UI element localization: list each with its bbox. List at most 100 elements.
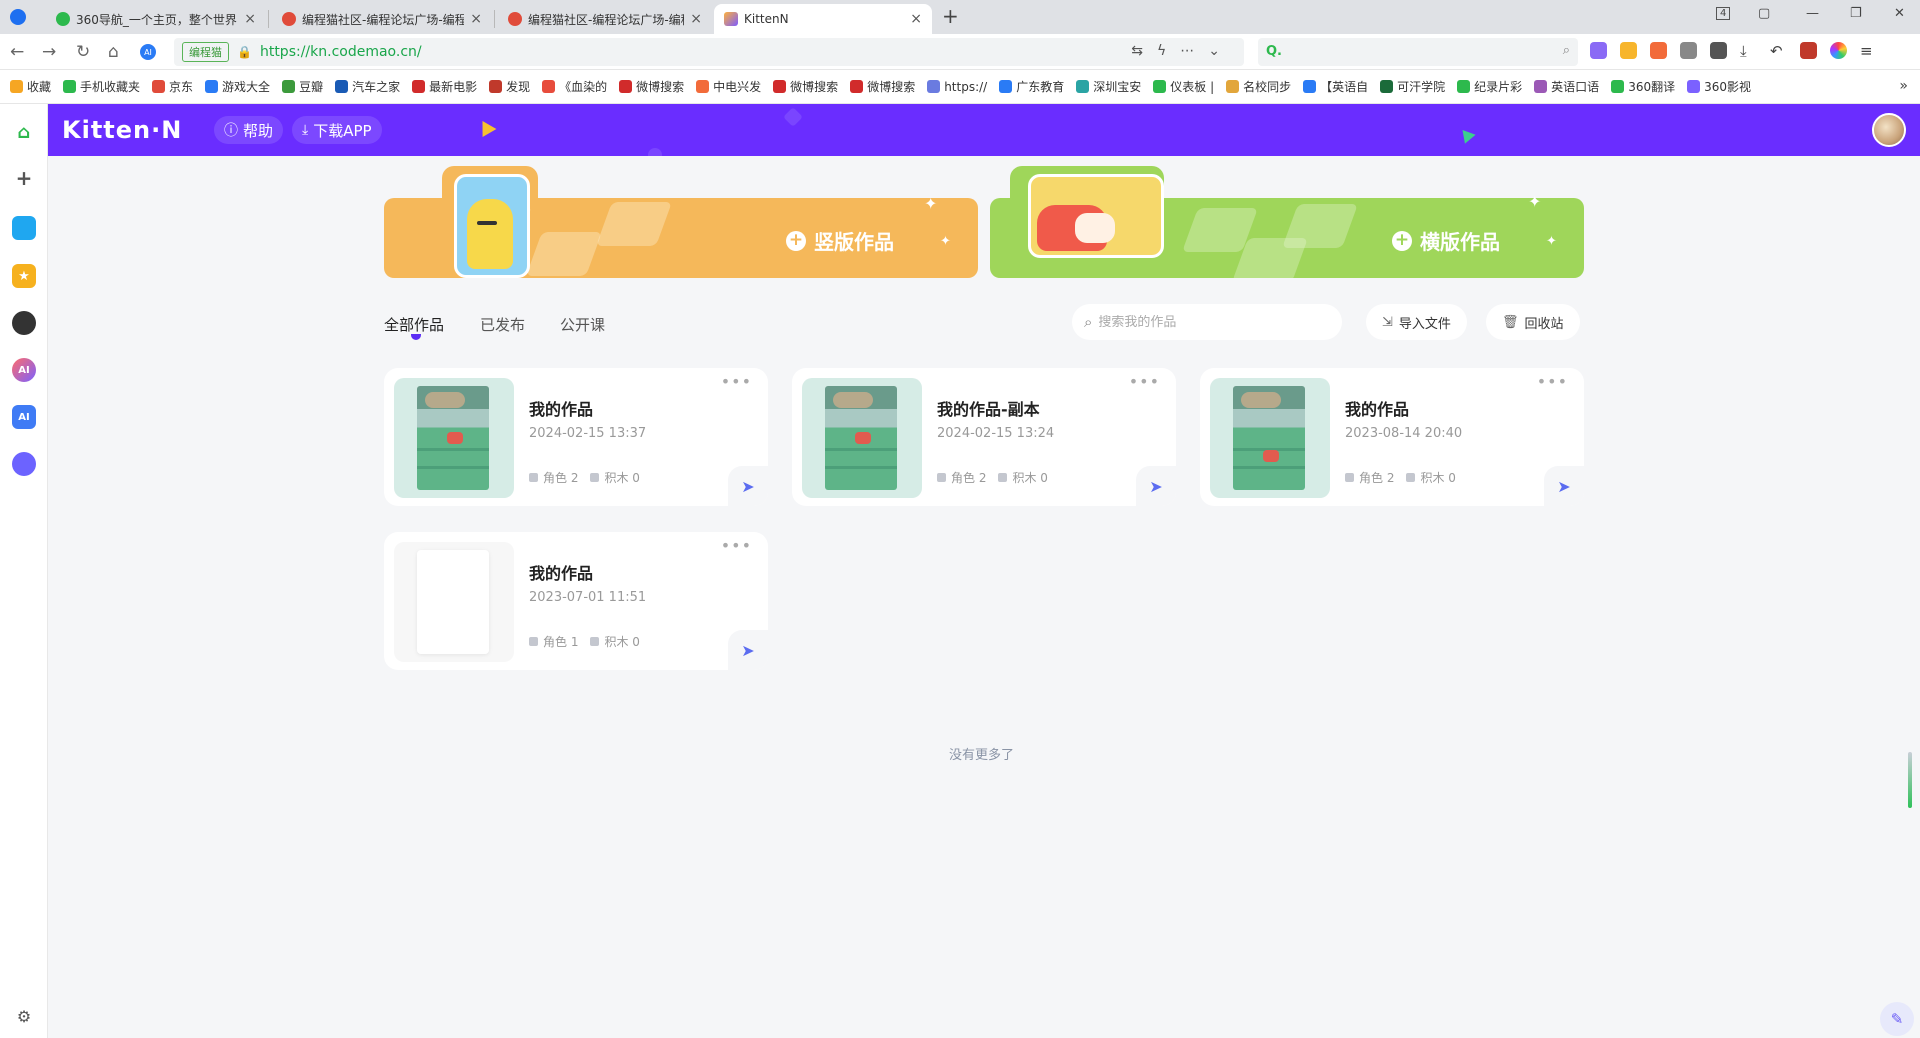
minimize-icon[interactable]: — xyxy=(1806,6,1819,21)
works-search-input[interactable] xyxy=(1098,314,1319,330)
vertical-work-cta[interactable]: + 竖版作品 xyxy=(786,226,894,255)
work-thumbnail[interactable] xyxy=(394,542,514,662)
sidebar-home-icon[interactable]: ⌂ xyxy=(12,120,36,144)
tab-all-works[interactable]: 全部作品 xyxy=(384,314,444,335)
translate-ext-icon[interactable] xyxy=(1590,42,1607,59)
bookmark-item[interactable]: https:// xyxy=(927,80,987,94)
bookmark-item[interactable]: 微博搜索 xyxy=(773,78,838,95)
new-tab-button[interactable]: + xyxy=(942,4,959,28)
wallet-ext-icon[interactable] xyxy=(1800,42,1817,59)
menu-icon[interactable]: ≡ xyxy=(1860,42,1877,60)
url-text[interactable]: https://kn.codemao.cn/ xyxy=(260,44,422,60)
work-card[interactable]: 我的作品 2024-02-15 13:37 角色 2 积木 0 ••• ➤ xyxy=(384,368,768,506)
site-identity-chip[interactable]: 编程猫 xyxy=(182,42,229,62)
publish-icon[interactable]: ➤ xyxy=(1544,466,1584,506)
feedback-icon[interactable]: ✎ xyxy=(1880,1002,1914,1036)
publish-icon[interactable]: ➤ xyxy=(728,466,768,506)
bookmarks-overflow-icon[interactable]: » xyxy=(1899,78,1908,94)
bookmark-item[interactable]: 《血染的 xyxy=(542,78,607,95)
bookmark-item[interactable]: 仪表板 | xyxy=(1153,78,1214,95)
tab-open-courses[interactable]: 公开课 xyxy=(560,314,605,335)
bookmark-item[interactable]: 豆瓣 xyxy=(282,78,323,95)
publish-icon[interactable]: ➤ xyxy=(728,630,768,670)
help-button[interactable]: ⓘ 帮助 xyxy=(214,116,284,144)
home-icon[interactable]: ⌂ xyxy=(108,42,119,62)
bookmark-item[interactable]: 360影视 xyxy=(1687,78,1751,95)
horizontal-work-cta[interactable]: + 横版作品 xyxy=(1392,226,1500,255)
work-card[interactable]: 我的作品 2023-07-01 11:51 角色 1 积木 0 ••• ➤ xyxy=(384,532,768,670)
screenshot-ext-icon[interactable] xyxy=(1680,42,1697,59)
shield-ext-icon[interactable] xyxy=(1620,42,1637,59)
undo-icon[interactable]: ↶ xyxy=(1770,42,1787,60)
game-ext-icon[interactable] xyxy=(1650,42,1667,59)
bookmark-item[interactable]: 名校同步 xyxy=(1226,78,1291,95)
bookmark-item[interactable]: 手机收藏夹 xyxy=(63,78,140,95)
more-options-icon[interactable]: ••• xyxy=(1537,372,1568,391)
user-avatar[interactable] xyxy=(1872,113,1906,147)
bookmark-item[interactable]: 可汗学院 xyxy=(1380,78,1445,95)
bookmark-item[interactable]: 深圳宝安 xyxy=(1076,78,1141,95)
close-tab-icon[interactable]: × xyxy=(470,11,482,27)
create-horizontal-work-banner[interactable]: + 横版作品 ✦ ✦ xyxy=(990,166,1584,278)
browser-search-box[interactable]: Q. ⌕ xyxy=(1258,38,1578,66)
tab-published[interactable]: 已发布 xyxy=(480,314,525,335)
sidebar-ai-assistant-icon[interactable]: AI xyxy=(12,405,36,429)
bookmark-item[interactable]: 京东 xyxy=(152,78,193,95)
bookmark-item[interactable]: 游戏大全 xyxy=(205,78,270,95)
bookmark-item[interactable]: 微博搜索 xyxy=(619,78,684,95)
browser-tab-2[interactable]: 编程猫社区-编程论坛广场-编程 × xyxy=(272,4,492,34)
bookmark-item[interactable]: 收藏 xyxy=(10,78,51,95)
browser-tab-active[interactable]: KittenN × xyxy=(714,4,932,34)
work-card[interactable]: 我的作品 2023-08-14 20:40 角色 2 积木 0 ••• ➤ xyxy=(1200,368,1584,506)
work-title[interactable]: 我的作品 xyxy=(529,396,593,420)
work-title[interactable]: 我的作品 xyxy=(1345,396,1409,420)
url-actions[interactable]: ⇆ϟ⋯⌄ xyxy=(1131,43,1234,59)
reload-icon[interactable]: ↻ xyxy=(76,42,90,62)
work-thumbnail[interactable] xyxy=(1210,378,1330,498)
bookmark-item[interactable]: 最新电影 xyxy=(412,78,477,95)
forward-icon[interactable]: → xyxy=(42,42,56,62)
work-thumbnail[interactable] xyxy=(802,378,922,498)
work-title[interactable]: 我的作品 xyxy=(529,560,593,584)
url-bar[interactable]: 编程猫 🔒 https://kn.codemao.cn/ ⇆ϟ⋯⌄ xyxy=(174,38,1244,66)
skin-icon[interactable]: ▢ xyxy=(1758,6,1770,21)
sidebar-chat-icon[interactable] xyxy=(12,311,36,335)
puzzle-ext-icon[interactable] xyxy=(1710,42,1727,59)
sidebar-add-icon[interactable]: + xyxy=(12,166,36,190)
create-vertical-work-banner[interactable]: + 竖版作品 ✦ ✦ xyxy=(384,166,978,278)
restore-icon[interactable]: ❐ xyxy=(1850,6,1862,21)
bookmark-item[interactable]: 英语口语 xyxy=(1534,78,1599,95)
scroll-indicator[interactable] xyxy=(1908,752,1912,808)
close-tab-icon[interactable]: × xyxy=(244,11,256,27)
tab-count-badge[interactable]: 4 xyxy=(1716,7,1731,20)
close-window-icon[interactable]: ✕ xyxy=(1894,6,1905,21)
bookmark-item[interactable]: 【英语自 xyxy=(1303,78,1368,95)
sidebar-bot-icon[interactable] xyxy=(12,452,36,476)
publish-icon[interactable]: ➤ xyxy=(1136,466,1176,506)
import-file-button[interactable]: ⇲ 导入文件 xyxy=(1366,304,1467,340)
bookmark-item[interactable]: 发现 xyxy=(489,78,530,95)
bookmark-item[interactable]: 中电兴发 xyxy=(696,78,761,95)
browser-menu-icon[interactable] xyxy=(10,9,26,25)
bookmark-item[interactable]: 纪录片彩 xyxy=(1457,78,1522,95)
more-options-icon[interactable]: ••• xyxy=(1129,372,1160,391)
search-icon[interactable]: ⌕ xyxy=(1563,43,1570,58)
bookmark-item[interactable]: 微博搜索 xyxy=(850,78,915,95)
sidebar-app-icon[interactable] xyxy=(12,216,36,240)
kitten-logo[interactable]: Kitten·N xyxy=(62,116,182,144)
color-ext-icon[interactable] xyxy=(1830,42,1847,59)
sidebar-ai-icon[interactable]: AI xyxy=(12,358,36,382)
download-app-button[interactable]: ⤓ 下载APP xyxy=(292,116,382,144)
ai-icon[interactable]: AI xyxy=(140,44,156,60)
close-tab-icon[interactable]: × xyxy=(910,11,922,27)
download-icon[interactable]: ⤓ xyxy=(1740,42,1757,60)
browser-tab-1[interactable]: 360导航_一个主页，整个世界 × xyxy=(46,4,266,34)
back-icon[interactable]: ← xyxy=(10,42,24,62)
browser-tab-3[interactable]: 编程猫社区-编程论坛广场-编程 × xyxy=(498,4,712,34)
more-options-icon[interactable]: ••• xyxy=(721,372,752,391)
sidebar-star-icon[interactable]: ★ xyxy=(12,264,36,288)
bookmark-item[interactable]: 汽车之家 xyxy=(335,78,400,95)
bookmark-item[interactable]: 360翻译 xyxy=(1611,78,1675,95)
more-options-icon[interactable]: ••• xyxy=(721,536,752,555)
close-tab-icon[interactable]: × xyxy=(690,11,702,27)
